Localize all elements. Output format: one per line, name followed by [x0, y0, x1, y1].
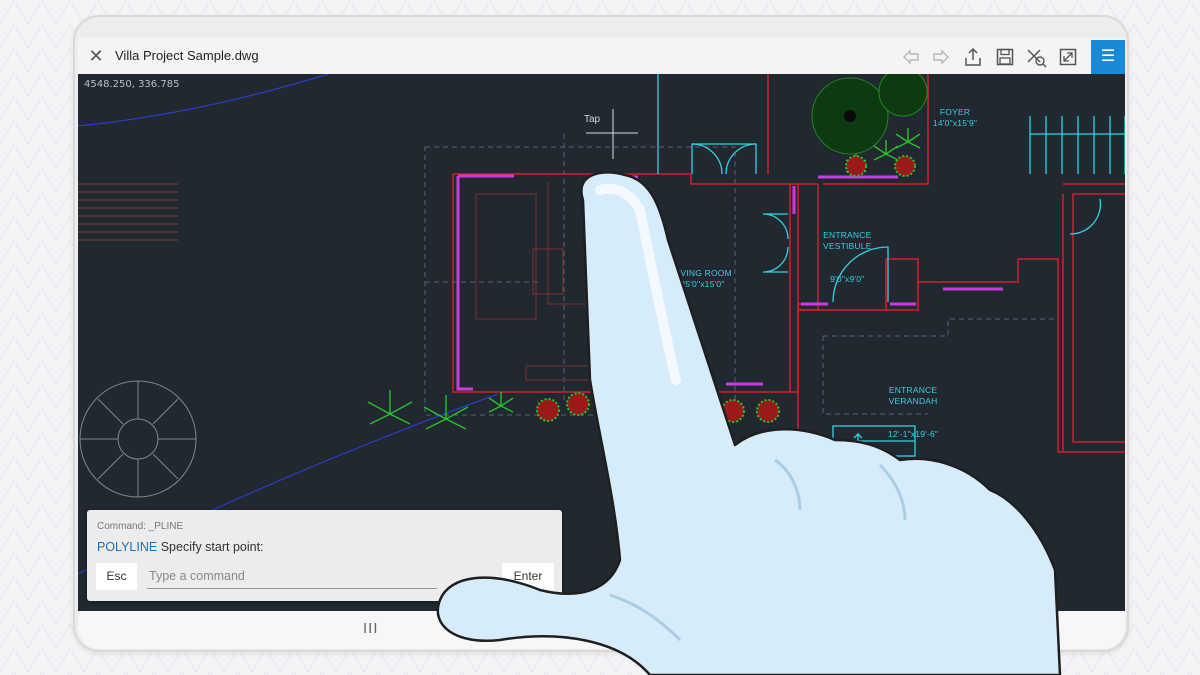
system-navigation-bar: III	[78, 611, 1125, 649]
fullscreen-icon[interactable]	[1057, 46, 1079, 68]
command-input[interactable]	[147, 563, 437, 589]
esc-button[interactable]: Esc	[96, 563, 137, 590]
room-label-foyer: FOYER 14'0"x15'9"	[933, 107, 978, 128]
crosshair-cursor-icon	[586, 109, 638, 159]
recent-apps-icon[interactable]: III	[363, 620, 379, 637]
room-label-entrance-vestibule: ENTRANCE VESTIBULE 9'0"x9'0"	[823, 230, 872, 284]
command-history: Command: _PLINE	[97, 521, 184, 532]
markup-icon[interactable]	[1025, 46, 1047, 68]
undo-icon[interactable]	[900, 46, 922, 68]
enter-button[interactable]: Enter	[502, 563, 554, 590]
cursor-coordinates: 4548.250, 336.785	[84, 79, 180, 90]
room-label-living-room: LIVING ROOM 25'0"x15'0"	[673, 268, 732, 289]
close-icon[interactable]: ✕	[86, 46, 106, 66]
document-title: Villa Project Sample.dwg	[115, 48, 259, 63]
save-icon[interactable]	[994, 46, 1016, 68]
share-icon[interactable]	[962, 46, 984, 68]
command-prompt: POLYLINE Specify start point:	[97, 540, 264, 554]
command-keyword: POLYLINE	[97, 540, 158, 554]
home-icon[interactable]	[591, 621, 607, 637]
command-prompt-text: Specify start point:	[160, 540, 264, 554]
room-label-entrance-verandah: ENTRANCE VERANDAH 12'-1"x19'-6"	[888, 385, 939, 439]
hamburger-menu-icon[interactable]: ☰	[1091, 40, 1125, 74]
redo-icon[interactable]	[930, 46, 952, 68]
command-line-panel: Command: _PLINE POLYLINE Specify start p…	[87, 510, 562, 601]
title-bar: ✕ Villa Project Sample.dwg ☰	[78, 38, 1125, 74]
